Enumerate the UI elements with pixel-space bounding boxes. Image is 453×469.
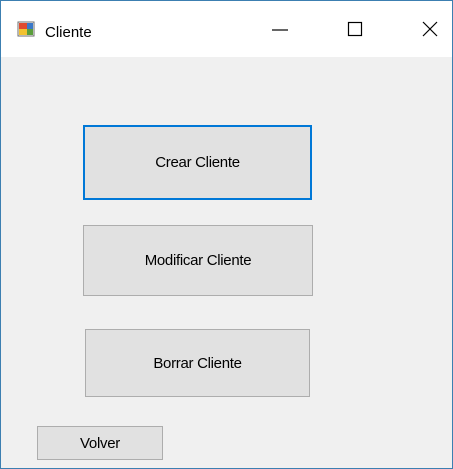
modificar-cliente-button[interactable]: Modificar Cliente	[83, 225, 313, 296]
close-button[interactable]	[398, 1, 453, 57]
title-bar[interactable]: Cliente	[1, 1, 452, 57]
minimize-button[interactable]	[248, 1, 312, 57]
maximize-button[interactable]	[323, 1, 387, 57]
volver-button[interactable]: Volver	[37, 426, 163, 460]
maximize-icon	[347, 21, 363, 37]
close-icon	[422, 21, 438, 37]
minimize-icon	[272, 29, 288, 31]
form-client-area: Crear Cliente Modificar Cliente Borrar C…	[1, 57, 452, 468]
window-title: Cliente	[45, 24, 92, 41]
cliente-window: Cliente Crear Cliente Modificar Cliente …	[0, 0, 453, 469]
borrar-cliente-button[interactable]: Borrar Cliente	[85, 329, 310, 397]
crear-cliente-button[interactable]: Crear Cliente	[83, 125, 312, 200]
app-icon	[17, 21, 35, 37]
